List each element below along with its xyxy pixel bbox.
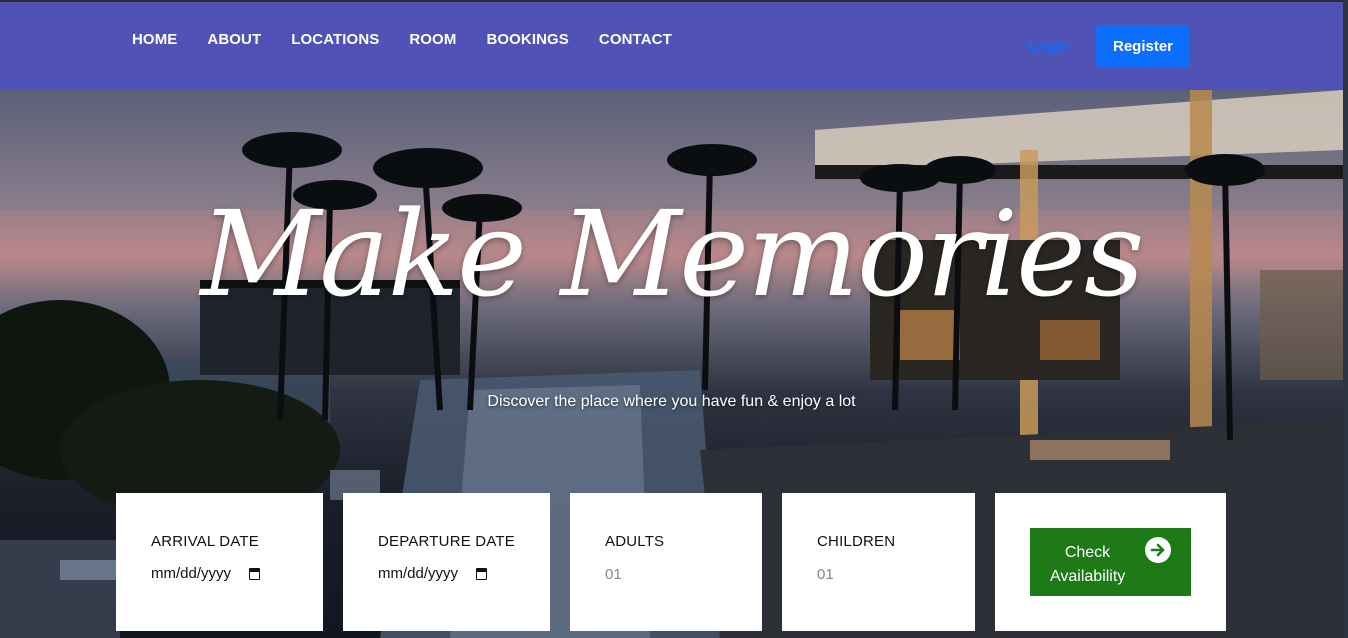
nav-bookings-link[interactable]: BOOKINGS (486, 31, 568, 48)
adults-input[interactable]: 01 (605, 566, 622, 583)
departure-date-card: DEPARTURE DATE mm/dd/yyyy (343, 493, 550, 631)
window-right-border (1343, 0, 1348, 638)
arrival-date-label: ARRIVAL DATE (151, 533, 259, 550)
arrow-right-circle-icon (1145, 537, 1171, 563)
calendar-icon[interactable] (476, 567, 488, 580)
nav-about-link[interactable]: ABOUT (207, 31, 261, 48)
check-availability-card: Check Availability (995, 493, 1226, 631)
nav-locations-link[interactable]: LOCATIONS (291, 31, 379, 48)
nav-home-link[interactable]: HOME (132, 31, 177, 48)
nav-contact-link[interactable]: CONTACT (599, 31, 672, 48)
register-button[interactable]: Register (1096, 25, 1190, 67)
adults-card: ADULTS 01 (570, 493, 762, 631)
hero-title: Make Memories (200, 185, 1144, 323)
login-link[interactable]: Login (1028, 38, 1069, 55)
check-availability-button[interactable]: Check Availability (1030, 528, 1191, 596)
navbar: HOME ABOUT LOCATIONS ROOM BOOKINGS CONTA… (0, 2, 1343, 90)
departure-date-input[interactable]: mm/dd/yyyy (378, 565, 488, 582)
calendar-icon[interactable] (249, 567, 261, 580)
arrival-date-input[interactable]: mm/dd/yyyy (151, 565, 261, 582)
departure-date-value: mm/dd/yyyy (378, 565, 459, 582)
arrival-date-value: mm/dd/yyyy (151, 565, 232, 582)
children-card: CHILDREN 01 (782, 493, 975, 631)
departure-date-label: DEPARTURE DATE (378, 533, 515, 550)
nav-links: HOME ABOUT LOCATIONS ROOM BOOKINGS CONTA… (132, 31, 702, 48)
check-availability-label: Check Availability (1050, 544, 1126, 585)
nav-room-link[interactable]: ROOM (409, 31, 456, 48)
hero-subtitle: Discover the place where you have fun & … (487, 393, 856, 410)
children-label: CHILDREN (817, 533, 896, 550)
adults-label: ADULTS (605, 533, 665, 550)
arrival-date-card: ARRIVAL DATE mm/dd/yyyy (116, 493, 323, 631)
children-input[interactable]: 01 (817, 566, 834, 583)
